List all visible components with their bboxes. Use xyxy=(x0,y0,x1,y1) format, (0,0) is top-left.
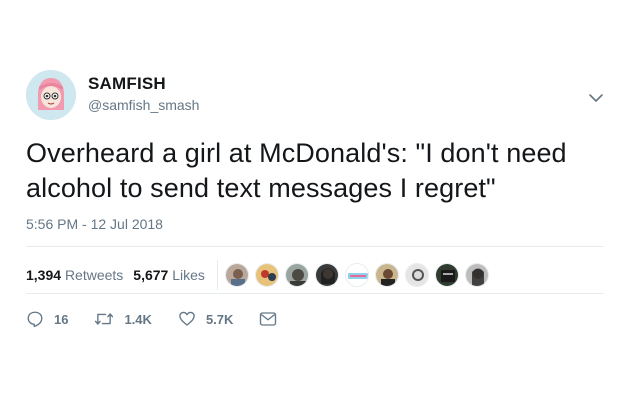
retweets-label: Retweets xyxy=(64,267,124,283)
likes-count: 5,677 xyxy=(133,267,169,283)
tweet-header: SAMFISH @samfish_smash xyxy=(26,66,606,122)
retweet-count: 1.4K xyxy=(124,311,152,327)
like-count: 5.7K xyxy=(205,311,234,327)
liker-avatar[interactable] xyxy=(314,263,339,287)
liker-avatar[interactable] xyxy=(344,263,369,287)
liker-avatar[interactable] xyxy=(434,263,459,287)
retweet-button[interactable]: 1.4K xyxy=(94,310,152,328)
liker-avatar[interactable] xyxy=(284,263,309,287)
heart-icon xyxy=(179,311,195,326)
tweet-actions: 16 1.4K 5.7K xyxy=(26,310,313,328)
tweet-card: SAMFISH @samfish_smash Overheard a girl … xyxy=(26,66,606,328)
reply-icon xyxy=(27,311,43,328)
stats-separator xyxy=(216,260,218,290)
chevron-down-icon[interactable] xyxy=(588,90,604,106)
author-info: SAMFISH @samfish_smash xyxy=(88,74,199,113)
tweet-timestamp[interactable]: 5:56 PM - 12 Jul 2018 xyxy=(26,216,163,232)
tweet-stats: 1,394 Retweets 5,677 Likes xyxy=(26,260,495,290)
author-handle[interactable]: @samfish_smash xyxy=(88,97,199,113)
liker-avatar[interactable] xyxy=(224,263,249,287)
divider xyxy=(26,293,604,294)
retweets-stat[interactable]: 1,394 Retweets xyxy=(26,267,123,283)
retweet-icon xyxy=(95,313,114,325)
likes-label: Likes xyxy=(172,267,205,283)
author-name[interactable]: SAMFISH xyxy=(88,74,199,94)
tweet-text: Overheard a girl at McDonald's: "I don't… xyxy=(26,138,567,203)
reply-count: 16 xyxy=(54,311,69,327)
divider xyxy=(26,246,604,247)
likes-stat[interactable]: 5,677 Likes xyxy=(133,267,205,283)
liker-avatar[interactable] xyxy=(374,263,399,287)
like-button[interactable]: 5.7K xyxy=(178,310,233,328)
direct-message-icon xyxy=(260,312,277,326)
reply-button[interactable]: 16 xyxy=(26,310,68,328)
liker-avatar[interactable] xyxy=(254,263,279,287)
liker-avatars xyxy=(224,263,495,287)
liker-avatar[interactable] xyxy=(464,263,489,287)
avatar[interactable] xyxy=(26,70,76,120)
avatar-illustration xyxy=(26,70,76,120)
liker-avatar[interactable] xyxy=(404,263,429,287)
retweets-count: 1,394 xyxy=(26,267,62,283)
direct-message-button[interactable] xyxy=(259,311,287,327)
